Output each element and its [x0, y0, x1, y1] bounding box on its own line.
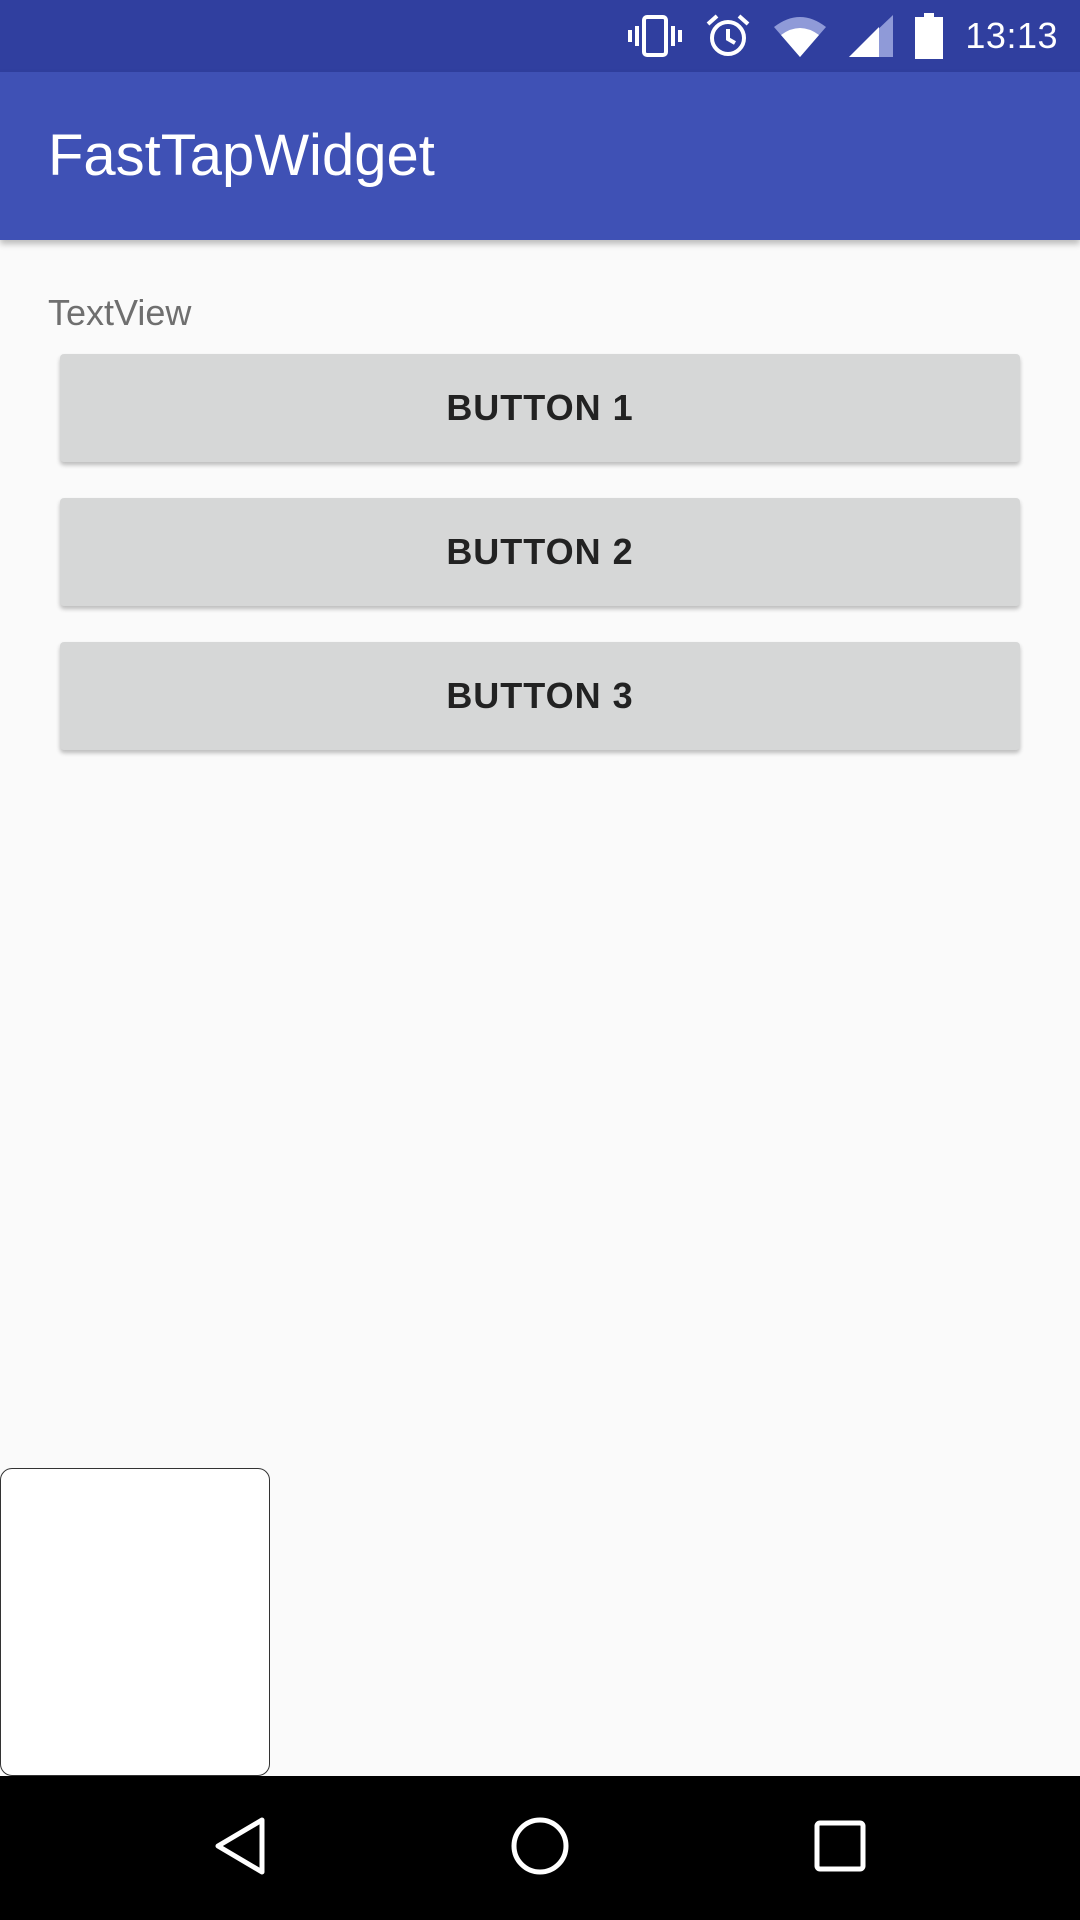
recents-icon: [813, 1819, 867, 1878]
status-time: 13:13: [965, 15, 1058, 56]
home-icon: [509, 1815, 571, 1882]
vibrate-icon: [627, 14, 683, 58]
recents-button[interactable]: [768, 1776, 912, 1920]
status-icons: 13:13: [627, 0, 1058, 72]
app-title: FastTapWidget: [48, 123, 435, 188]
battery-icon: [915, 13, 944, 59]
floating-widget[interactable]: [0, 1468, 270, 1776]
home-button[interactable]: [468, 1776, 612, 1920]
back-icon: [210, 1814, 270, 1883]
button-1[interactable]: BUTTON 1: [60, 354, 1020, 462]
cell-signal-icon: [849, 15, 894, 57]
text-view: TextView: [48, 292, 192, 333]
button-2[interactable]: BUTTON 2: [60, 498, 1020, 606]
alarm-icon: [705, 13, 751, 59]
navigation-bar: [0, 1776, 1080, 1920]
back-button[interactable]: [168, 1776, 312, 1920]
app-bar: FastTapWidget: [0, 72, 1080, 240]
status-bar: 13:13: [0, 0, 1080, 72]
button-3[interactable]: BUTTON 3: [60, 642, 1020, 750]
wifi-icon: [773, 15, 827, 57]
